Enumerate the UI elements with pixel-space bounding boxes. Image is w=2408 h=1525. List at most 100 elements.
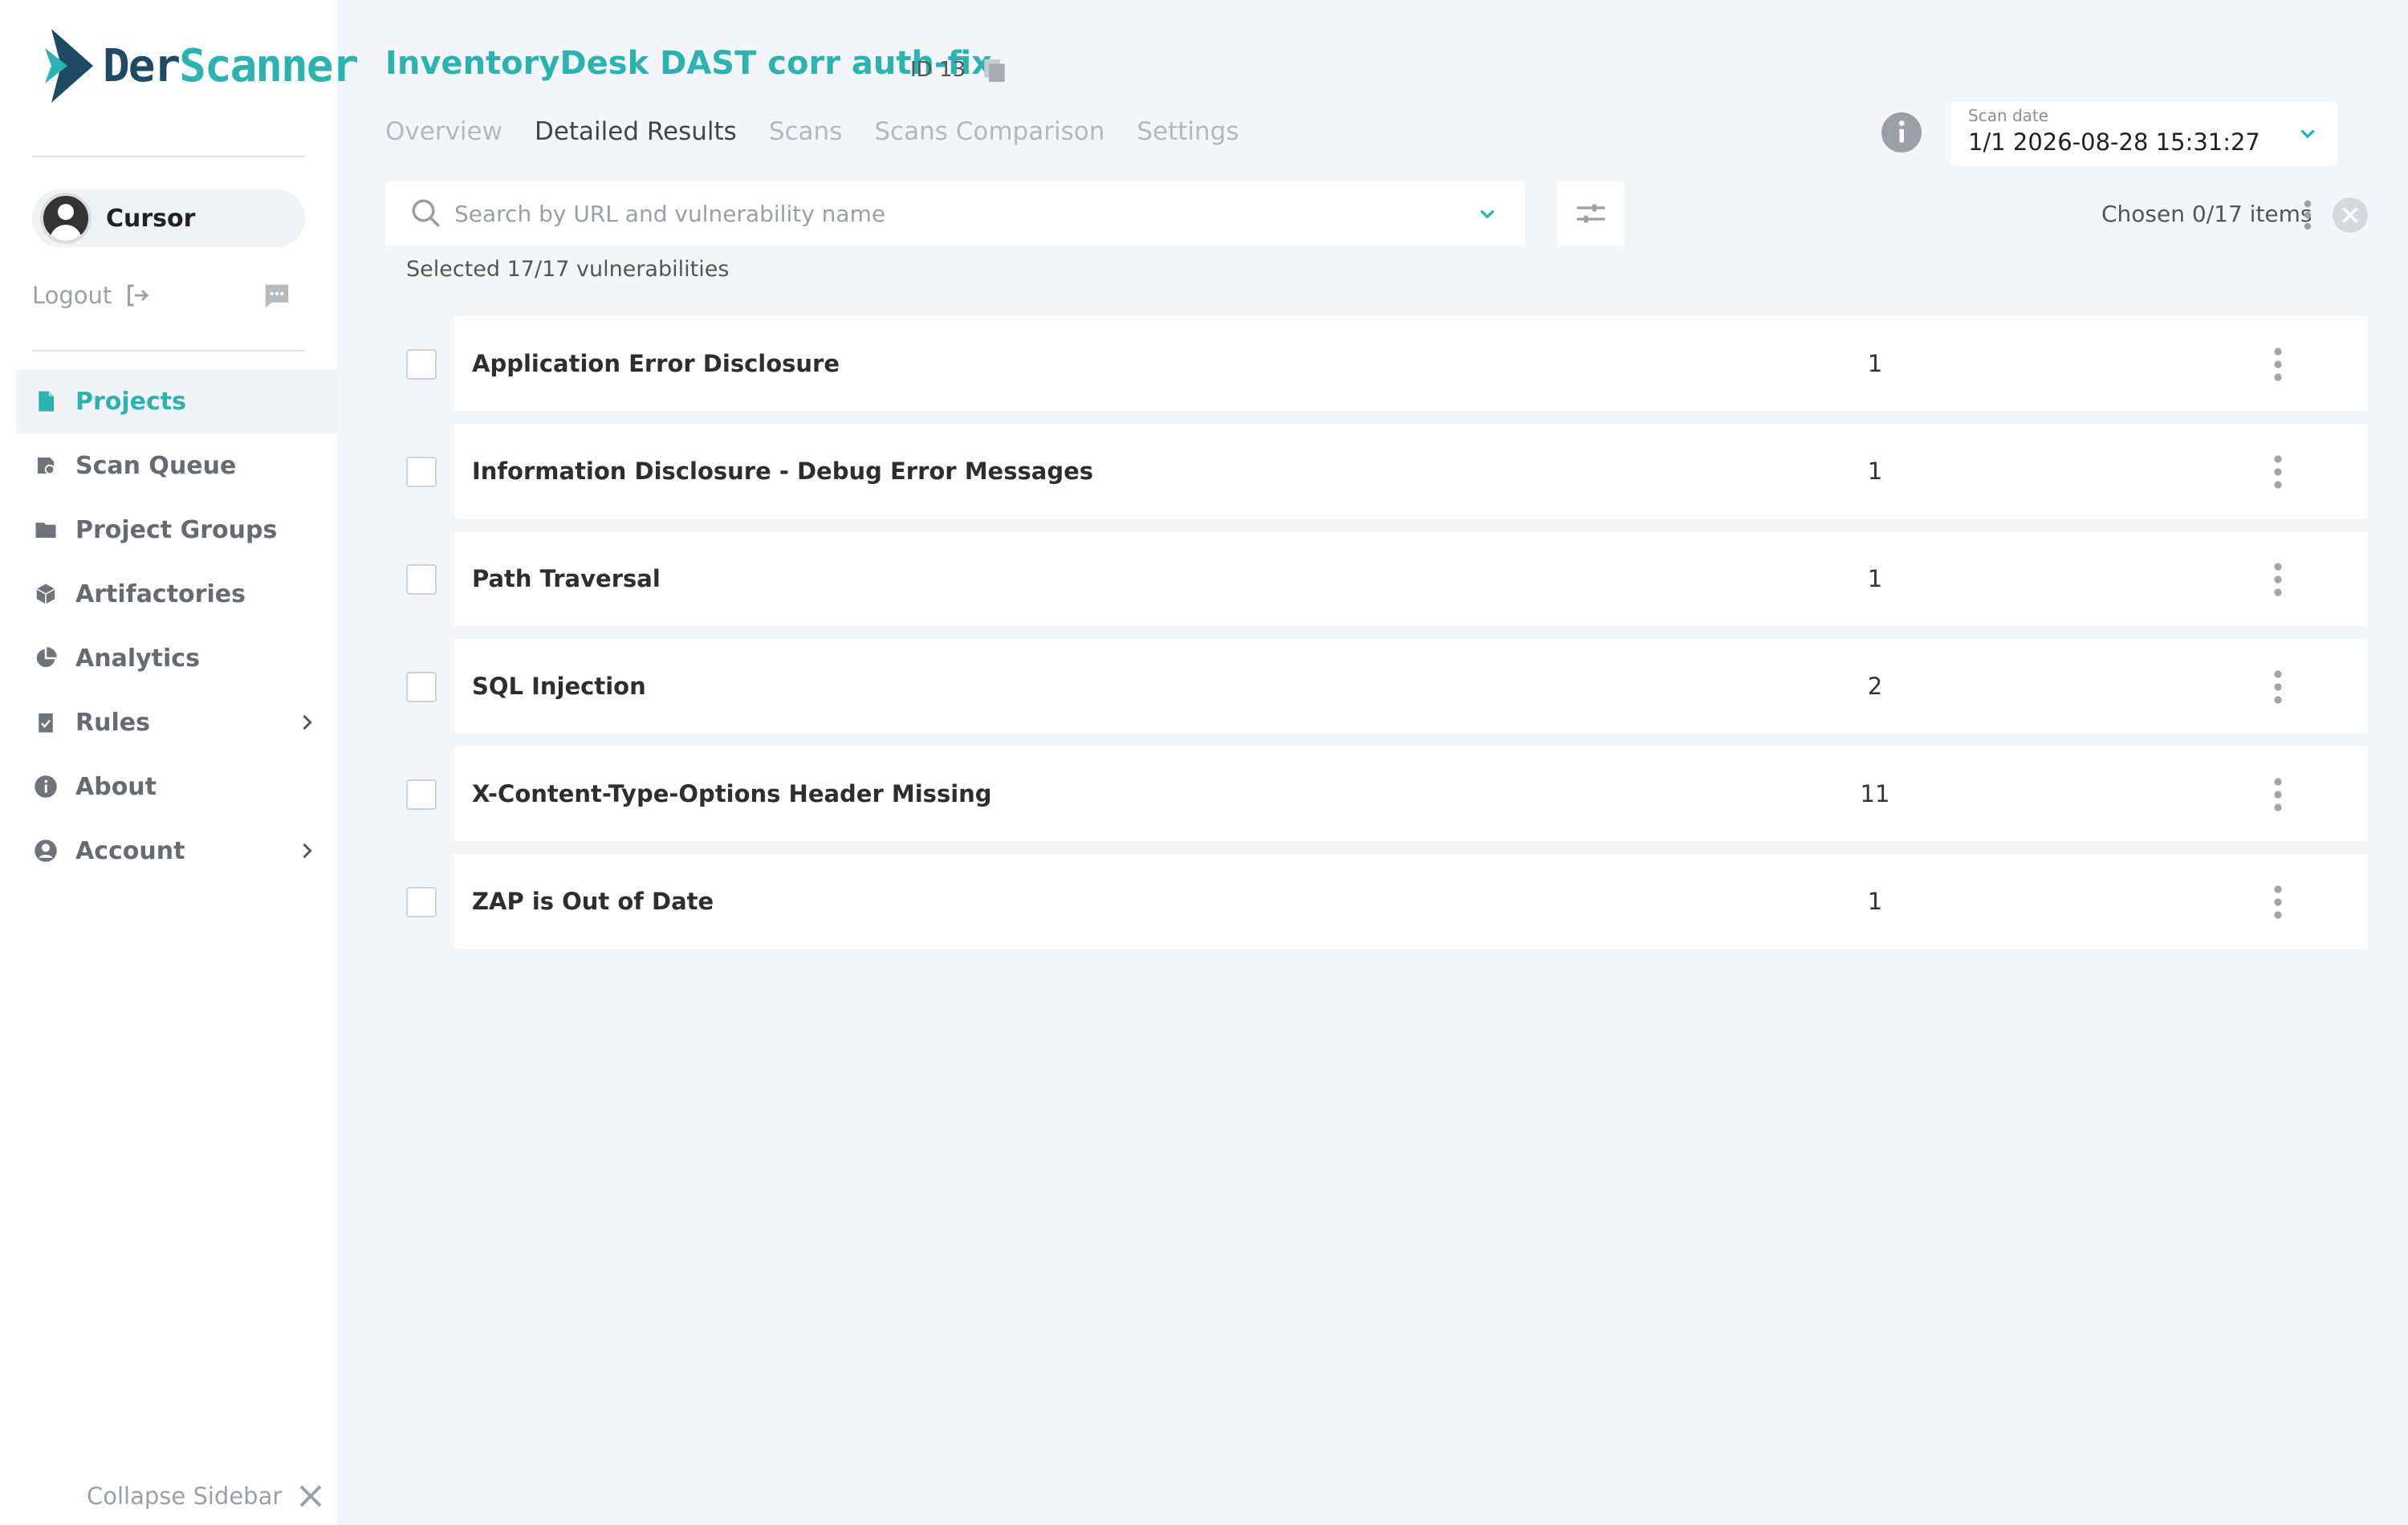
copy-icon[interactable] [981,56,1008,85]
list-item: Information Disclosure - Debug Error Mes… [406,424,2368,531]
logo-text-part1: Der [103,39,181,92]
row-checkbox[interactable] [406,349,437,380]
user-name: Cursor [106,204,196,233]
vulnerability-count: 1 [1867,888,1883,915]
filter-settings-button[interactable] [1557,181,1625,246]
derscanner-logo[interactable]: DerScanner [45,29,359,103]
folder-icon [32,516,59,543]
more-vertical-icon[interactable] [2272,453,2284,491]
pie-chart-icon [32,645,59,672]
tab-detailed-results[interactable]: Detailed Results [535,117,737,146]
collapse-sidebar-button[interactable]: Collapse Sidebar [87,1482,325,1511]
list-item: ZAP is Out of Date 1 [406,854,2368,962]
chevron-down-icon [2300,129,2315,139]
vulnerability-name: X-Content-Type-Options Header Missing [472,780,992,807]
tab-scans-comparison[interactable]: Scans Comparison [874,117,1104,146]
sidebar-divider [32,156,305,157]
search-input[interactable] [454,200,1466,227]
more-vertical-icon[interactable] [2272,668,2284,706]
list-item: X-Content-Type-Options Header Missing 11 [406,746,2368,854]
search-bar [385,181,1525,246]
sidebar: DerScanner Cursor Logout Projects Scan Q… [0,0,359,1525]
vulnerability-card[interactable]: Path Traversal 1 [454,531,2368,626]
sidebar-item-rules[interactable]: Rules [16,690,337,754]
sidebar-item-scan-queue[interactable]: Scan Queue [16,433,337,498]
vulnerability-count: 1 [1867,458,1883,485]
vulnerability-name: Information Disclosure - Debug Error Mes… [472,458,1094,485]
clipboard-check-icon [32,709,59,736]
queue-icon [32,452,59,479]
chevron-right-icon [303,714,312,730]
sidebar-item-label: Artifactories [75,580,246,608]
info-icon [32,773,59,800]
sidebar-item-label: Analytics [75,644,200,673]
close-icon [299,1485,322,1507]
scan-date-label: Scan date [1968,106,2049,125]
vulnerability-card[interactable]: X-Content-Type-Options Header Missing 11 [454,746,2368,841]
sidebar-item-artifactories[interactable]: Artifactories [16,562,337,626]
sidebar-divider [32,350,305,352]
sidebar-nav: Projects Scan Queue Project Groups Artif… [16,369,337,883]
scan-date-select[interactable]: Scan date 1/1 2026-08-28 15:31:27 [1950,101,2337,165]
logout-icon [128,284,149,307]
sliders-icon [1576,204,1605,223]
collapse-sidebar-label: Collapse Sidebar [87,1482,283,1510]
sidebar-item-account[interactable]: Account [16,819,337,883]
user-circle-icon [32,837,59,864]
clear-selection-icon[interactable] [2333,197,2368,233]
sidebar-item-label: Scan Queue [75,451,237,480]
scan-date-value: 1/1 2026-08-28 15:31:27 [1968,128,2260,156]
vulnerability-count: 11 [1860,780,1890,807]
vulnerability-card[interactable]: Application Error Disclosure 1 [454,316,2368,411]
vulnerability-list: Application Error Disclosure 1 Informati… [406,316,2368,962]
chosen-items-count: Chosen 0/17 items [2101,201,2312,227]
tab-overview[interactable]: Overview [385,117,502,146]
vulnerability-card[interactable]: ZAP is Out of Date 1 [454,854,2368,949]
vulnerability-name: Path Traversal [472,565,661,592]
project-id: ID 13 [910,58,966,82]
project-tabs: Overview Detailed Results Scans Scans Co… [385,117,1239,146]
chevron-down-icon[interactable] [1477,204,1498,225]
vulnerability-name: Application Error Disclosure [472,350,840,377]
chat-icon[interactable] [262,281,292,311]
row-checkbox[interactable] [406,457,437,487]
more-vertical-icon[interactable] [2272,345,2284,384]
row-checkbox[interactable] [406,672,437,702]
row-checkbox[interactable] [406,564,437,595]
more-vertical-icon[interactable] [2272,883,2284,921]
vulnerability-count: 1 [1867,565,1883,592]
sidebar-item-label: Account [75,836,185,865]
project-title: InventoryDesk DAST corr auth-fix [385,45,992,82]
sidebar-item-project-groups[interactable]: Project Groups [16,498,337,562]
list-item: SQL Injection 2 [406,639,2368,746]
tab-scans[interactable]: Scans [769,117,843,146]
sidebar-item-label: Project Groups [75,515,278,544]
vulnerability-count: 1 [1867,350,1883,377]
list-item: Path Traversal 1 [406,531,2368,639]
document-icon [32,388,59,415]
user-profile-pill[interactable]: Cursor [32,189,305,247]
chevron-right-icon [303,843,312,859]
selected-vulnerabilities-count: Selected 17/17 vulnerabilities [406,257,730,282]
vulnerability-name: SQL Injection [472,673,646,700]
sidebar-item-label: Rules [75,708,150,737]
row-checkbox[interactable] [406,887,437,917]
row-checkbox[interactable] [406,779,437,810]
logo-wordmark: DerScanner [103,39,359,92]
sidebar-item-about[interactable]: About [16,754,337,819]
info-icon[interactable] [1881,112,1922,152]
vulnerability-name: ZAP is Out of Date [472,888,714,915]
more-vertical-icon[interactable] [2302,197,2313,233]
more-vertical-icon[interactable] [2272,560,2284,599]
more-vertical-icon[interactable] [2272,775,2284,814]
tab-settings[interactable]: Settings [1137,117,1239,146]
logo-mark-icon [45,29,93,103]
sidebar-item-analytics[interactable]: Analytics [16,626,337,690]
sidebar-item-projects[interactable]: Projects [16,369,337,433]
vulnerability-card[interactable]: SQL Injection 2 [454,639,2368,734]
logout-button[interactable]: Logout [32,281,152,310]
vulnerability-card[interactable]: Information Disclosure - Debug Error Mes… [454,424,2368,518]
list-item: Application Error Disclosure 1 [406,316,2368,424]
cube-icon [32,580,59,608]
logo-text-part2: Scanner [179,39,359,92]
